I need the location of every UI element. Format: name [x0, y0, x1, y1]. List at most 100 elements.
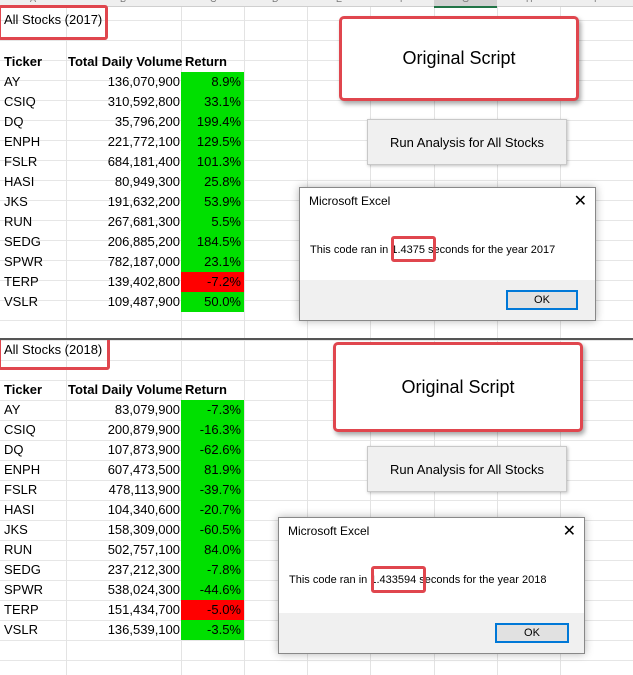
- volume-cell[interactable]: 191,632,200: [66, 192, 180, 212]
- volume-cell[interactable]: 200,879,900: [66, 420, 180, 440]
- return-cell[interactable]: -16.3%: [181, 420, 244, 440]
- volume-cell[interactable]: 35,796,200: [66, 112, 180, 132]
- ok-button[interactable]: OK: [495, 623, 569, 643]
- return-cell[interactable]: 25.8%: [181, 172, 244, 192]
- ticker-cell[interactable]: JKS: [4, 520, 28, 540]
- close-icon[interactable]: ✕: [563, 521, 576, 541]
- volume-cell[interactable]: 136,070,900: [66, 72, 180, 92]
- volume-cell[interactable]: 136,539,100: [66, 620, 180, 640]
- ticker-cell[interactable]: SPWR: [4, 252, 43, 272]
- ticker-cell[interactable]: AY: [4, 400, 20, 420]
- return-cell[interactable]: -62.6%: [181, 440, 244, 460]
- col-header-f[interactable]: F: [400, 0, 406, 4]
- return-cell[interactable]: -60.5%: [181, 520, 244, 540]
- col-header-g[interactable]: G: [462, 0, 469, 4]
- col-header-d[interactable]: D: [272, 0, 279, 4]
- return-cell[interactable]: -20.7%: [181, 500, 244, 520]
- volume-cell[interactable]: 267,681,300: [66, 212, 180, 232]
- ticker-cell[interactable]: CSIQ: [4, 92, 36, 112]
- volume-cell[interactable]: 221,772,100: [66, 132, 180, 152]
- ticker-cell[interactable]: SEDG: [4, 232, 41, 252]
- return-cell[interactable]: -3.5%: [181, 620, 244, 640]
- ticker-cell[interactable]: AY: [4, 72, 20, 92]
- return-cell[interactable]: -7.3%: [181, 400, 244, 420]
- volume-cell[interactable]: 107,873,900: [66, 440, 180, 460]
- return-cell[interactable]: -7.2%: [181, 272, 244, 292]
- ticker-cell[interactable]: TERP: [4, 600, 39, 620]
- volume-cell[interactable]: 502,757,100: [66, 540, 180, 560]
- volume-cell[interactable]: 158,309,000: [66, 520, 180, 540]
- volume-cell[interactable]: 206,885,200: [66, 232, 180, 252]
- ticker-cell[interactable]: ENPH: [4, 132, 40, 152]
- ticker-cell[interactable]: HASI: [4, 500, 34, 520]
- title-highlight: [0, 5, 108, 40]
- return-cell[interactable]: 199.4%: [181, 112, 244, 132]
- return-cell[interactable]: -44.6%: [181, 580, 244, 600]
- return-cell[interactable]: 84.0%: [181, 540, 244, 560]
- ok-button[interactable]: OK: [506, 290, 578, 310]
- header-volume[interactable]: Total Daily Volume: [68, 380, 184, 400]
- return-cell[interactable]: 5.5%: [181, 212, 244, 232]
- ticker-cell[interactable]: TERP: [4, 272, 39, 292]
- ticker-cell[interactable]: ENPH: [4, 460, 40, 480]
- return-cell[interactable]: -5.0%: [181, 600, 244, 620]
- volume-cell[interactable]: 478,113,900: [66, 480, 180, 500]
- return-cell[interactable]: 129.5%: [181, 132, 244, 152]
- volume-cell[interactable]: 109,487,900: [66, 292, 180, 312]
- volume-cell[interactable]: 80,949,300: [66, 172, 180, 192]
- header-return[interactable]: Return: [185, 52, 227, 72]
- return-cell[interactable]: 81.9%: [181, 460, 244, 480]
- header-volume[interactable]: Total Daily Volume: [68, 52, 184, 72]
- return-cell[interactable]: 33.1%: [181, 92, 244, 112]
- col-header-e[interactable]: E: [336, 0, 342, 4]
- ticker-cell[interactable]: CSIQ: [4, 420, 36, 440]
- return-cell[interactable]: 23.1%: [181, 252, 244, 272]
- volume-cell[interactable]: 310,592,800: [66, 92, 180, 112]
- return-cell[interactable]: -7.8%: [181, 560, 244, 580]
- ticker-cell[interactable]: SPWR: [4, 580, 43, 600]
- col-header-c[interactable]: C: [210, 0, 217, 4]
- return-cell[interactable]: 53.9%: [181, 192, 244, 212]
- col-header-h[interactable]: H: [526, 0, 533, 4]
- dialog-title: Microsoft Excel: [288, 524, 370, 538]
- ticker-cell[interactable]: FSLR: [4, 480, 37, 500]
- ticker-cell[interactable]: RUN: [4, 212, 32, 232]
- volume-cell[interactable]: 83,079,900: [66, 400, 180, 420]
- close-icon[interactable]: ✕: [574, 191, 587, 211]
- col-header-i[interactable]: I: [594, 0, 597, 4]
- ticker-cell[interactable]: HASI: [4, 172, 34, 192]
- run-analysis-button[interactable]: Run Analysis for All Stocks: [367, 119, 567, 165]
- header-return[interactable]: Return: [185, 380, 227, 400]
- dialog-title: Microsoft Excel: [309, 194, 391, 208]
- title-highlight: [0, 340, 110, 370]
- ticker-cell[interactable]: FSLR: [4, 152, 37, 172]
- return-cell[interactable]: 101.3%: [181, 152, 244, 172]
- run-analysis-button[interactable]: Run Analysis for All Stocks: [367, 446, 567, 492]
- volume-cell[interactable]: 538,024,300: [66, 580, 180, 600]
- ticker-cell[interactable]: SEDG: [4, 560, 41, 580]
- ticker-cell[interactable]: JKS: [4, 192, 28, 212]
- ticker-cell[interactable]: RUN: [4, 540, 32, 560]
- volume-cell[interactable]: 104,340,600: [66, 500, 180, 520]
- return-cell[interactable]: -39.7%: [181, 480, 244, 500]
- col-header-a[interactable]: A: [30, 0, 36, 4]
- return-cell[interactable]: 184.5%: [181, 232, 244, 252]
- col-divider: [244, 0, 245, 338]
- ticker-cell[interactable]: VSLR: [4, 292, 38, 312]
- col-divider: [244, 340, 245, 675]
- volume-cell[interactable]: 782,187,000: [66, 252, 180, 272]
- return-cell[interactable]: 8.9%: [181, 72, 244, 92]
- volume-cell[interactable]: 151,434,700: [66, 600, 180, 620]
- header-ticker[interactable]: Ticker: [4, 380, 42, 400]
- volume-cell[interactable]: 684,181,400: [66, 152, 180, 172]
- volume-cell[interactable]: 237,212,300: [66, 560, 180, 580]
- ticker-cell[interactable]: VSLR: [4, 620, 38, 640]
- volume-cell[interactable]: 607,473,500: [66, 460, 180, 480]
- col-header-b[interactable]: B: [120, 0, 126, 4]
- header-ticker[interactable]: Ticker: [4, 52, 42, 72]
- ticker-cell[interactable]: DQ: [4, 112, 24, 132]
- excel-dialog-2017: Microsoft Excel ✕ This code ran in 1.437…: [299, 187, 596, 321]
- return-cell[interactable]: 50.0%: [181, 292, 244, 312]
- volume-cell[interactable]: 139,402,800: [66, 272, 180, 292]
- ticker-cell[interactable]: DQ: [4, 440, 24, 460]
